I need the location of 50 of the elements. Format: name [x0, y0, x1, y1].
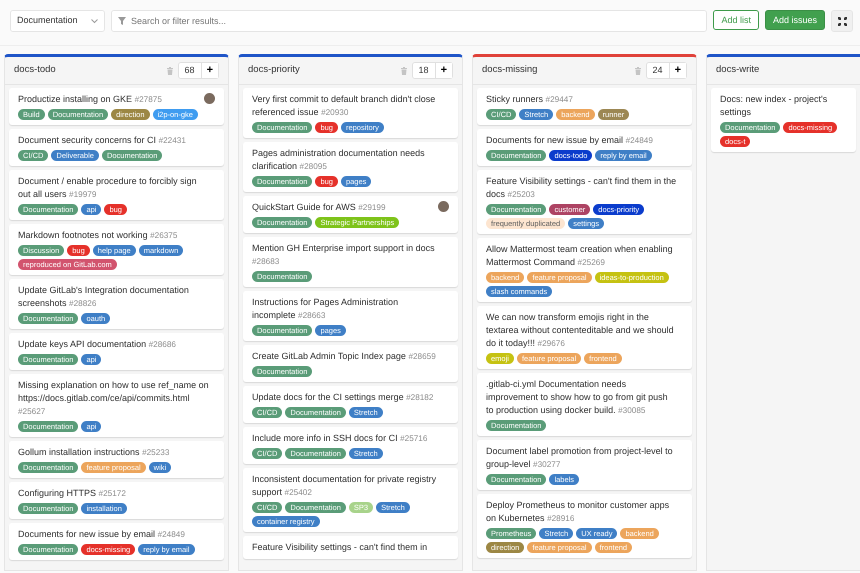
issue-title: Allow Mattermost team creation when enabling Mattermost Command #25269	[486, 243, 674, 269]
issue-title: Include more info in SSH docs for CI #25716	[252, 432, 428, 445]
trash-icon[interactable]	[166, 66, 173, 74]
issue-title: Update keys API documentation #28686	[18, 338, 177, 351]
issue-title: Docs: new index - project's settings	[720, 93, 828, 119]
fullscreen-button[interactable]	[831, 10, 853, 32]
issue-count: 68 +	[178, 62, 219, 79]
issue-title: Sticky runners #29447	[486, 93, 574, 106]
trash-icon[interactable]	[634, 66, 641, 74]
issue-title: Inconsistent documentation for private registry support #25402	[252, 473, 438, 499]
chevron-icon	[91, 18, 98, 24]
add-issue-button[interactable]: +	[668, 63, 686, 78]
issue-title: Documents for new issue by email #24849	[18, 528, 186, 541]
issue-title: Document / enable procedure to forcibly sign out all users #19979	[18, 175, 198, 201]
issue-title: Deploy Prometheus to monitor customer apps on Kubernetes #28916	[486, 499, 670, 525]
issue-title: Feature Visibility settings - can't find them in	[252, 541, 428, 554]
issue-title: Mention GH Enterprise import support in docs #28683	[252, 242, 436, 268]
issue-title: Create GitLab Admin Topic Index page #28659	[252, 350, 437, 363]
issue-title: QuickStart Guide for AWS #29199	[252, 201, 387, 214]
list-title: docs-priority	[248, 63, 300, 78]
issue-title: .gitlab-ci.yml Documentation needs improvement to show how to go from git push to production using docker build. #30085	[486, 378, 669, 417]
add-issue-button[interactable]: +	[434, 63, 452, 78]
search-field[interactable]: Search or filter results...	[111, 10, 708, 32]
issue-title: Missing explanation on how to use ref_name on https://docs.gitlab.com/ce/api/commits.html #25627	[18, 379, 210, 418]
add-list-button[interactable]: Add list	[713, 10, 759, 30]
issue-title: Markdown footnotes not working #26375	[18, 229, 178, 242]
issue-title: Document label promotion from project-level to group-level #30277	[486, 445, 674, 471]
issue-title: Instructions for Pages Administration incomplete #28663	[252, 296, 400, 322]
fullscreen-icon	[838, 16, 846, 26]
list-title: docs-write	[716, 63, 760, 78]
issue-count: 24 +	[646, 62, 687, 79]
issue-title: Document security concerns for CI #22431	[18, 134, 187, 147]
board-dropdown[interactable]: Documentation	[10, 10, 105, 32]
issue-title: Pages administration documentation needs clarification #28095	[252, 147, 426, 173]
issue-title: Productize installing on GKE #27875	[18, 93, 163, 106]
issue-card[interactable]: Feature Visibility settings - can't find them in	[243, 536, 458, 559]
issue-title: Update GitLab's Integration documentation screenshots #28826	[18, 284, 190, 310]
issue-title: Very first commit to default branch didn't close referenced issue #20930	[252, 93, 436, 119]
issue-title: We can now transform emojis right in the textarea without contenteditable and we should do it today!!! #29676	[486, 311, 675, 350]
add-issues-button[interactable]: Add issues	[764, 10, 825, 30]
issue-title: Gollum installation instructions #25233	[18, 446, 170, 459]
issue-title: Documents for new issue by email #24849	[486, 134, 654, 147]
trash-icon[interactable]	[400, 66, 407, 74]
add-issue-button[interactable]: +	[200, 63, 218, 78]
issue-count: 18 +	[412, 62, 453, 79]
issue-title: Feature Visibility settings - can't find them in the docs #25203	[486, 175, 678, 201]
issue-title: Update docs for the CI settings merge #28182	[252, 391, 434, 404]
list-title: docs-missing	[482, 63, 538, 78]
list-title: docs-todo	[14, 63, 56, 78]
issue-title: Configuring HTTPS #25172	[18, 487, 127, 500]
